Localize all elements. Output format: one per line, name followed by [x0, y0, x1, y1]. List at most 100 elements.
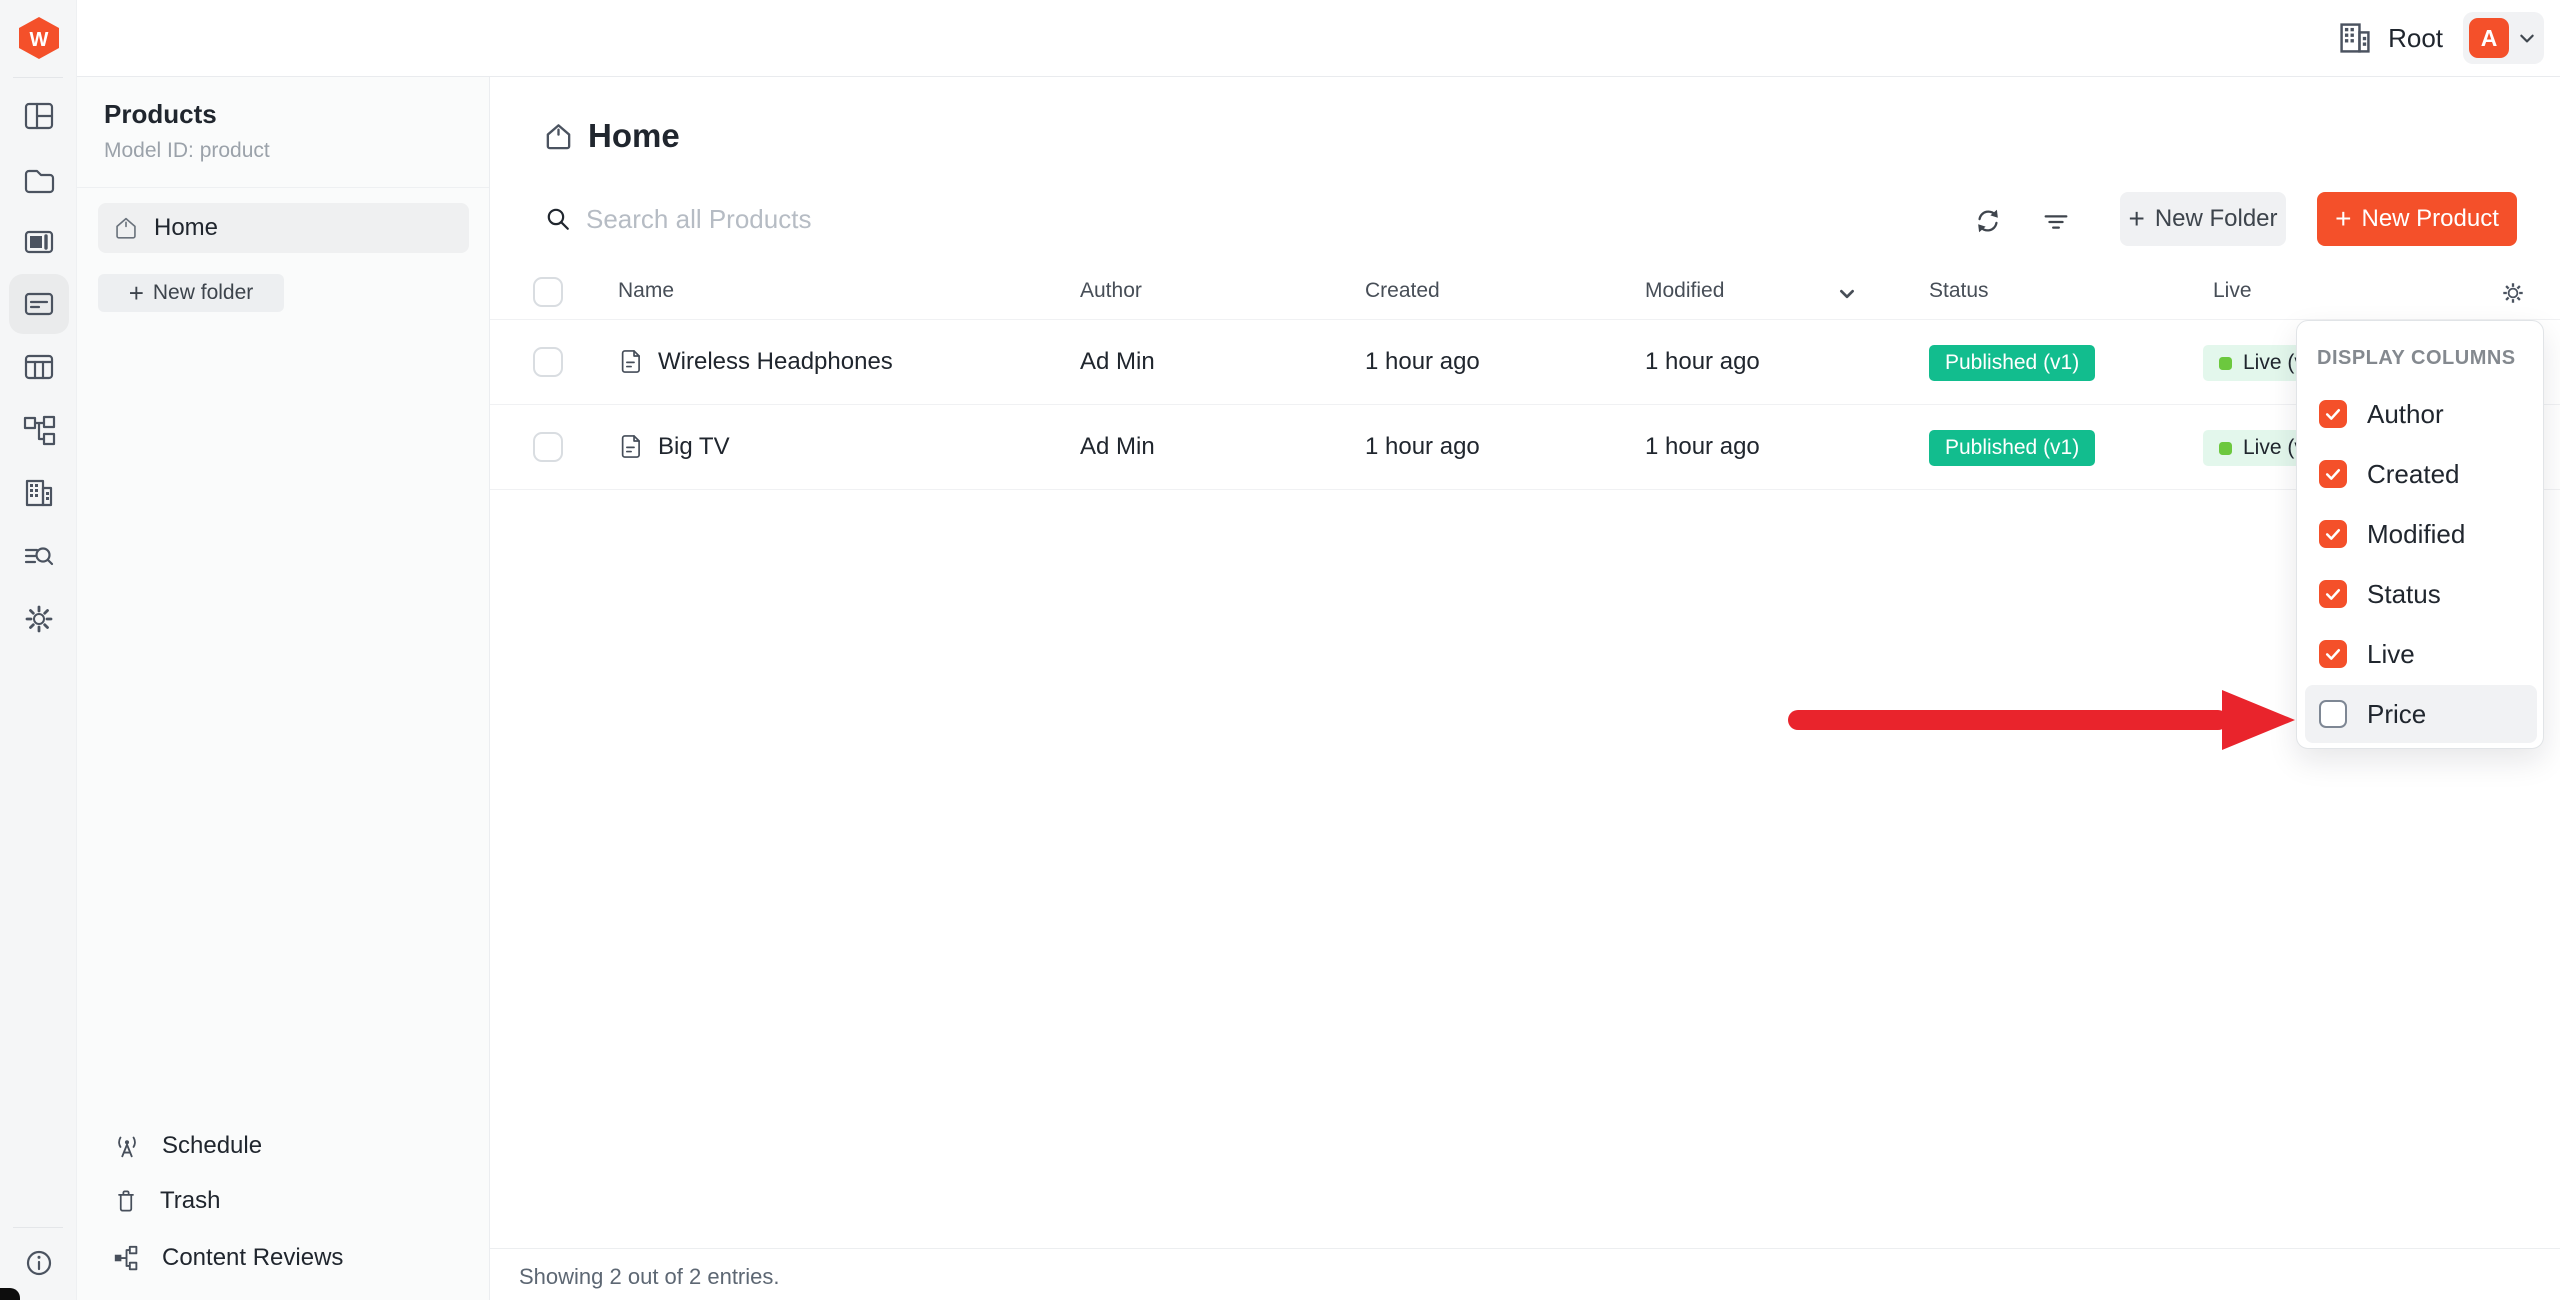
chevron-down-icon — [2518, 29, 2536, 47]
entry-name[interactable]: Big TV — [658, 433, 730, 461]
entry-name[interactable]: Wireless Headphones — [658, 348, 893, 376]
sidebar-item-home[interactable]: Home — [98, 203, 469, 253]
menu-item-created[interactable]: Created — [2305, 445, 2537, 503]
info-button[interactable] — [9, 1233, 69, 1293]
menu-item-status[interactable]: Status — [2305, 565, 2537, 623]
breadcrumb: Home — [543, 117, 680, 155]
workflow-icon — [112, 1243, 142, 1273]
icon-rail: W — [0, 0, 77, 1300]
chevron-down-icon — [1838, 285, 1856, 303]
sidebar-item-headless-cms-active[interactable] — [9, 274, 69, 334]
new-folder-sidebar-button[interactable]: + New folder — [98, 274, 284, 312]
check-icon — [2323, 464, 2343, 484]
table-row[interactable]: Wireless Headphones Ad Min 1 hour ago 1 … — [490, 320, 2560, 405]
column-header-author: Author — [1080, 279, 1142, 303]
entry-author: Ad Min — [1080, 348, 1155, 376]
row-checkbox[interactable] — [533, 347, 563, 377]
status-badge: Published (v1) — [1929, 345, 2095, 381]
entries-count-text: Showing 2 out of 2 entries. — [519, 1264, 780, 1290]
live-dot — [2219, 357, 2232, 370]
new-folder-button[interactable]: + New Folder — [2120, 192, 2286, 246]
row-checkbox[interactable] — [533, 432, 563, 462]
table-row[interactable]: Big TV Ad Min 1 hour ago 1 hour ago Publ… — [490, 405, 2560, 490]
sidebar-item-schedule[interactable]: Schedule — [98, 1121, 469, 1171]
home-icon — [543, 121, 574, 152]
filter-icon — [2041, 206, 2071, 236]
current-tenant-label[interactable]: Root — [2388, 23, 2443, 54]
entry-created: 1 hour ago — [1365, 433, 1480, 461]
sidebar-home-label: Home — [154, 214, 218, 242]
menu-item-author[interactable]: Author — [2305, 385, 2537, 443]
rail-divider — [13, 77, 63, 78]
sidebar-item-references[interactable] — [9, 400, 69, 460]
gear-icon — [22, 602, 56, 636]
gear-icon — [2498, 278, 2528, 308]
menu-item-live[interactable]: Live — [2305, 625, 2537, 683]
filter-button[interactable] — [2034, 199, 2078, 243]
checkbox-unchecked[interactable] — [2319, 700, 2347, 728]
check-icon — [2323, 584, 2343, 604]
checkbox-checked[interactable] — [2319, 460, 2347, 488]
sidebar-item-form-builder[interactable] — [9, 337, 69, 397]
entry-created: 1 hour ago — [1365, 348, 1480, 376]
sidebar-item-pages[interactable] — [9, 212, 69, 272]
display-columns-menu: DISPLAY COLUMNS Author Created Modified … — [2296, 320, 2544, 749]
list-search-icon — [22, 540, 56, 574]
display-columns-menu-title: DISPLAY COLUMNS — [2317, 347, 2516, 370]
column-header-name: Name — [618, 279, 674, 303]
new-folder-button-label: New Folder — [2155, 205, 2278, 233]
status-badge: Published (v1) — [1929, 430, 2095, 466]
trash-label: Trash — [160, 1187, 220, 1215]
avatar: A — [2469, 18, 2509, 58]
table-header-row: Name Author Created Modified Status Live — [490, 265, 2560, 320]
building-icon — [22, 476, 56, 510]
column-header-status: Status — [1929, 279, 1989, 303]
content-entries-icon — [22, 287, 56, 321]
entry-modified: 1 hour ago — [1645, 348, 1760, 376]
checkbox-checked[interactable] — [2319, 520, 2347, 548]
checkbox-checked[interactable] — [2319, 400, 2347, 428]
sidebar-item-trash[interactable]: Trash — [98, 1176, 469, 1226]
checkbox-checked[interactable] — [2319, 580, 2347, 608]
check-icon — [2323, 524, 2343, 544]
checkbox-checked[interactable] — [2319, 640, 2347, 668]
table-footer: Showing 2 out of 2 entries. — [490, 1248, 2560, 1300]
check-icon — [2323, 644, 2343, 664]
sidebar-item-audit-logs[interactable] — [9, 527, 69, 587]
plus-icon: + — [2335, 205, 2351, 233]
plus-icon: + — [129, 280, 144, 306]
sidebar-item-page-builder[interactable] — [9, 86, 69, 146]
search-input[interactable] — [586, 192, 1406, 246]
home-icon — [113, 215, 139, 241]
entry-author: Ad Min — [1080, 433, 1155, 461]
menu-item-price[interactable]: Price — [2305, 685, 2537, 743]
reference-tree-icon — [22, 413, 56, 447]
check-icon — [2323, 404, 2343, 424]
document-icon — [618, 433, 645, 465]
sidebar-item-settings[interactable] — [9, 589, 69, 649]
column-header-live: Live — [2213, 279, 2252, 303]
tenant-building-icon — [2336, 19, 2374, 57]
new-product-button[interactable]: + New Product — [2317, 192, 2517, 246]
webiny-logo[interactable]: W — [17, 16, 61, 65]
refresh-button[interactable] — [1966, 199, 2010, 243]
model-id-subtitle: Model ID: product — [104, 139, 270, 163]
select-all-checkbox[interactable] — [533, 277, 563, 307]
display-columns-button[interactable] — [2493, 273, 2533, 313]
svg-text:W: W — [30, 29, 49, 51]
schedule-label: Schedule — [162, 1132, 262, 1160]
main-content: Home + New Folder + New Product Name Aut… — [490, 77, 2560, 1300]
info-icon — [22, 1246, 56, 1280]
sidebar-item-file-manager[interactable] — [9, 150, 69, 210]
menu-item-modified[interactable]: Modified — [2305, 505, 2537, 563]
sidebar-item-content-reviews[interactable]: Content Reviews — [98, 1233, 469, 1283]
layout-icon — [22, 99, 56, 133]
sort-dropdown-button[interactable] — [1838, 285, 1856, 308]
sidebar-item-tenant-manager[interactable] — [9, 463, 69, 523]
entry-modified: 1 hour ago — [1645, 433, 1760, 461]
sidebar-divider — [77, 187, 489, 188]
table-icon — [22, 350, 56, 384]
refresh-icon — [1973, 206, 2003, 236]
page-title: Home — [588, 117, 680, 155]
user-menu-button[interactable]: A — [2463, 12, 2544, 64]
